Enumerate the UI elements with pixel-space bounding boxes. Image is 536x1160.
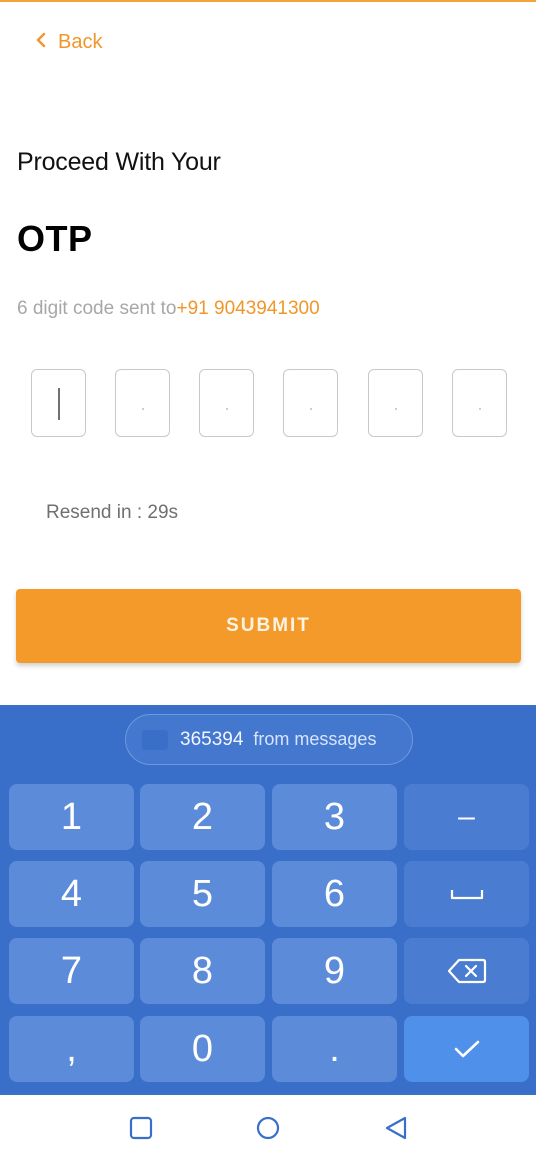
key-enter[interactable] (404, 1016, 529, 1082)
otp-digit-field-2[interactable] (115, 369, 170, 437)
top-accent-line (0, 0, 536, 2)
resend-timer: Resend in : 29s (46, 502, 179, 523)
triangle-back-icon (381, 1116, 411, 1147)
key-space[interactable] (404, 861, 529, 927)
key-minus[interactable]: – (404, 784, 529, 850)
key-6[interactable]: 6 (272, 861, 397, 927)
chevron-left-icon (34, 31, 48, 54)
key-comma[interactable]: , (9, 1016, 134, 1082)
submit-label: SUBMIT (226, 615, 311, 636)
key-2[interactable]: 2 (140, 784, 265, 850)
otp-digit-field-4[interactable] (283, 369, 338, 437)
suggestion-code: 365394 (180, 728, 244, 750)
system-nav-bar (0, 1095, 536, 1160)
key-period[interactable]: . (272, 1016, 397, 1082)
otp-autofill-suggestion[interactable]: 365394 from messages (125, 714, 413, 765)
placeholder-dot (142, 408, 144, 410)
otp-digit-field-6[interactable] (452, 369, 507, 437)
key-9[interactable]: 9 (272, 938, 397, 1004)
back-nav-button[interactable] (381, 1113, 411, 1143)
page-title: OTP (17, 218, 93, 259)
key-3[interactable]: 3 (272, 784, 397, 850)
otp-digit-field-5[interactable] (368, 369, 423, 437)
placeholder-dot (395, 408, 397, 410)
square-icon (126, 1116, 156, 1147)
key-7[interactable]: 7 (9, 938, 134, 1004)
placeholder-dot (479, 408, 481, 410)
key-4[interactable]: 4 (9, 861, 134, 927)
submit-button[interactable]: SUBMIT (16, 589, 521, 663)
numeric-keyboard: 365394 from messages 1 2 3 – 4 5 6 7 8 9… (0, 705, 536, 1160)
key-backspace[interactable] (404, 938, 529, 1004)
otp-digit-field-3[interactable] (199, 369, 254, 437)
back-label: Back (58, 30, 103, 53)
home-button[interactable] (253, 1113, 283, 1143)
back-button[interactable]: Back (34, 28, 102, 56)
otp-screen: Back Proceed With Your OTP 6 digit code … (0, 0, 536, 1160)
key-1[interactable]: 1 (9, 784, 134, 850)
backspace-icon (447, 957, 487, 985)
proceed-text: Proceed With Your (17, 148, 221, 176)
key-8[interactable]: 8 (140, 938, 265, 1004)
otp-input-group (31, 369, 507, 437)
message-icon (142, 729, 168, 750)
suggestion-source: from messages (253, 729, 377, 749)
key-5[interactable]: 5 (140, 861, 265, 927)
recent-apps-button[interactable] (126, 1113, 156, 1143)
text-caret (58, 388, 60, 420)
otp-digit-field-1[interactable] (31, 369, 86, 437)
space-bar-icon (450, 887, 484, 901)
key-0[interactable]: 0 (140, 1016, 265, 1082)
circle-icon (253, 1116, 283, 1147)
placeholder-dot (310, 408, 312, 410)
placeholder-dot (226, 408, 228, 410)
checkmark-icon (452, 1038, 482, 1060)
code-sent-text: 6 digit code sent to+91 9043941300 (17, 298, 320, 320)
code-sent-prefix: 6 digit code sent to (17, 298, 177, 319)
phone-number: +91 9043941300 (176, 298, 320, 319)
